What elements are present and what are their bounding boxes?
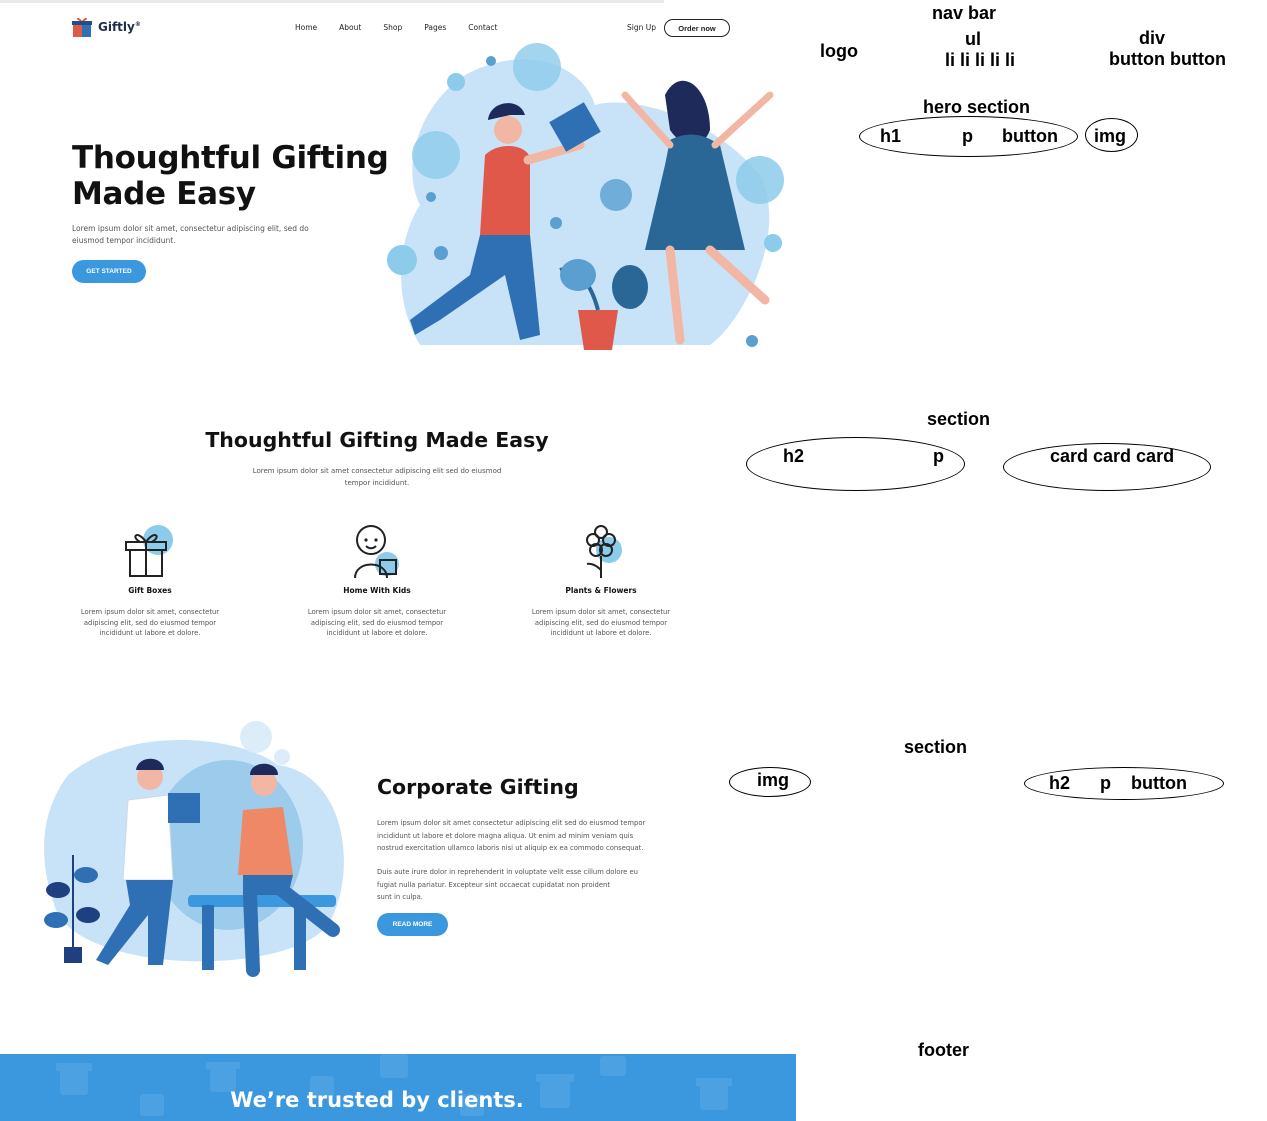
wireframe-canvas: Giftly® Home About Shop Pages Contact Si…: [0, 0, 1267, 1121]
annotation-footer: footer: [918, 1040, 969, 1060]
annotation-hero-img: img: [1094, 126, 1127, 146]
nav-item-about[interactable]: About: [339, 23, 361, 32]
nav-item-pages[interactable]: Pages: [424, 23, 446, 32]
annotation-buttons: button button: [1109, 49, 1226, 69]
nav-item-shop[interactable]: Shop: [383, 23, 402, 32]
gift-logo-icon: [72, 17, 92, 37]
annotation-cards: card card card: [1050, 446, 1175, 466]
flower-icon: [586, 525, 622, 578]
website-mockup: Giftly® Home About Shop Pages Contact Si…: [0, 0, 796, 1121]
feature-card-gift-boxes[interactable]: Gift Boxes Lorem ipsum dolor sit amet, c…: [70, 520, 230, 639]
read-more-button[interactable]: READ MORE: [377, 913, 448, 936]
annotation-h1: h1: [880, 126, 902, 146]
brand-logo[interactable]: Giftly®: [70, 15, 141, 39]
annotation-li: li li li li li: [945, 50, 1016, 70]
features-title: Thoughtful Gifting Made Easy: [205, 428, 549, 452]
corporate-text-1: Lorem ipsum dolor sit amet consectetur a…: [377, 819, 646, 852]
footer-banner: We’re trusted by clients.: [0, 1054, 796, 1121]
annotation-section2-img: img: [757, 770, 790, 790]
annotation-section1-h2: h2: [783, 446, 805, 466]
features-text: Lorem ipsum dolor sit amet consectetur a…: [252, 467, 502, 487]
get-started-button[interactable]: GET STARTED: [72, 260, 146, 283]
annotation-section1-p: p: [933, 446, 944, 466]
annotation-section-1: section: [927, 409, 991, 429]
corporate-title: Corporate Gifting: [377, 775, 579, 799]
annotation-section2-h2: h2: [1049, 773, 1071, 793]
feature-card-home-with-kids[interactable]: Home With Kids Lorem ipsum dolor sit ame…: [297, 520, 457, 639]
browser-top-strip: [0, 0, 664, 3]
corporate-text-2: Duis aute irure dolor in reprehenderit i…: [377, 868, 638, 901]
annotation-section2-p: p: [1100, 773, 1111, 793]
feature-card-plants-flowers[interactable]: Plants & Flowers Lorem ipsum dolor sit a…: [521, 520, 681, 639]
nav-item-home[interactable]: Home: [295, 23, 317, 32]
annotation-logo: logo: [820, 41, 858, 61]
corporate-illustration: [44, 721, 344, 977]
kid-with-gift-icon: [354, 525, 399, 579]
main-nav: Home About Shop Pages Contact: [295, 23, 497, 32]
annotation-navbar: nav bar: [932, 3, 997, 23]
sign-up-link[interactable]: Sign Up: [627, 23, 656, 32]
hero-text: Lorem ipsum dolor sit amet, consectetur …: [72, 224, 309, 245]
brand-name: Giftly®: [98, 20, 141, 34]
annotation-ul: ul: [965, 29, 981, 49]
annotation-section2-button: button: [1131, 773, 1187, 793]
footer-title: We’re trusted by clients.: [230, 1088, 524, 1112]
annotation-hero-button: button: [1002, 126, 1058, 146]
nav-item-contact[interactable]: Contact: [468, 23, 497, 32]
hero-title: Thoughtful Gifting Made Easy: [72, 140, 389, 212]
hero-illustration: [387, 43, 784, 350]
annotation-section-2: section: [904, 737, 968, 757]
annotation-div: div: [1139, 28, 1166, 48]
annotation-hero-section: hero section: [923, 97, 1031, 117]
annotation-hero-p: p: [962, 126, 973, 146]
gift-box-icon: [125, 525, 173, 577]
